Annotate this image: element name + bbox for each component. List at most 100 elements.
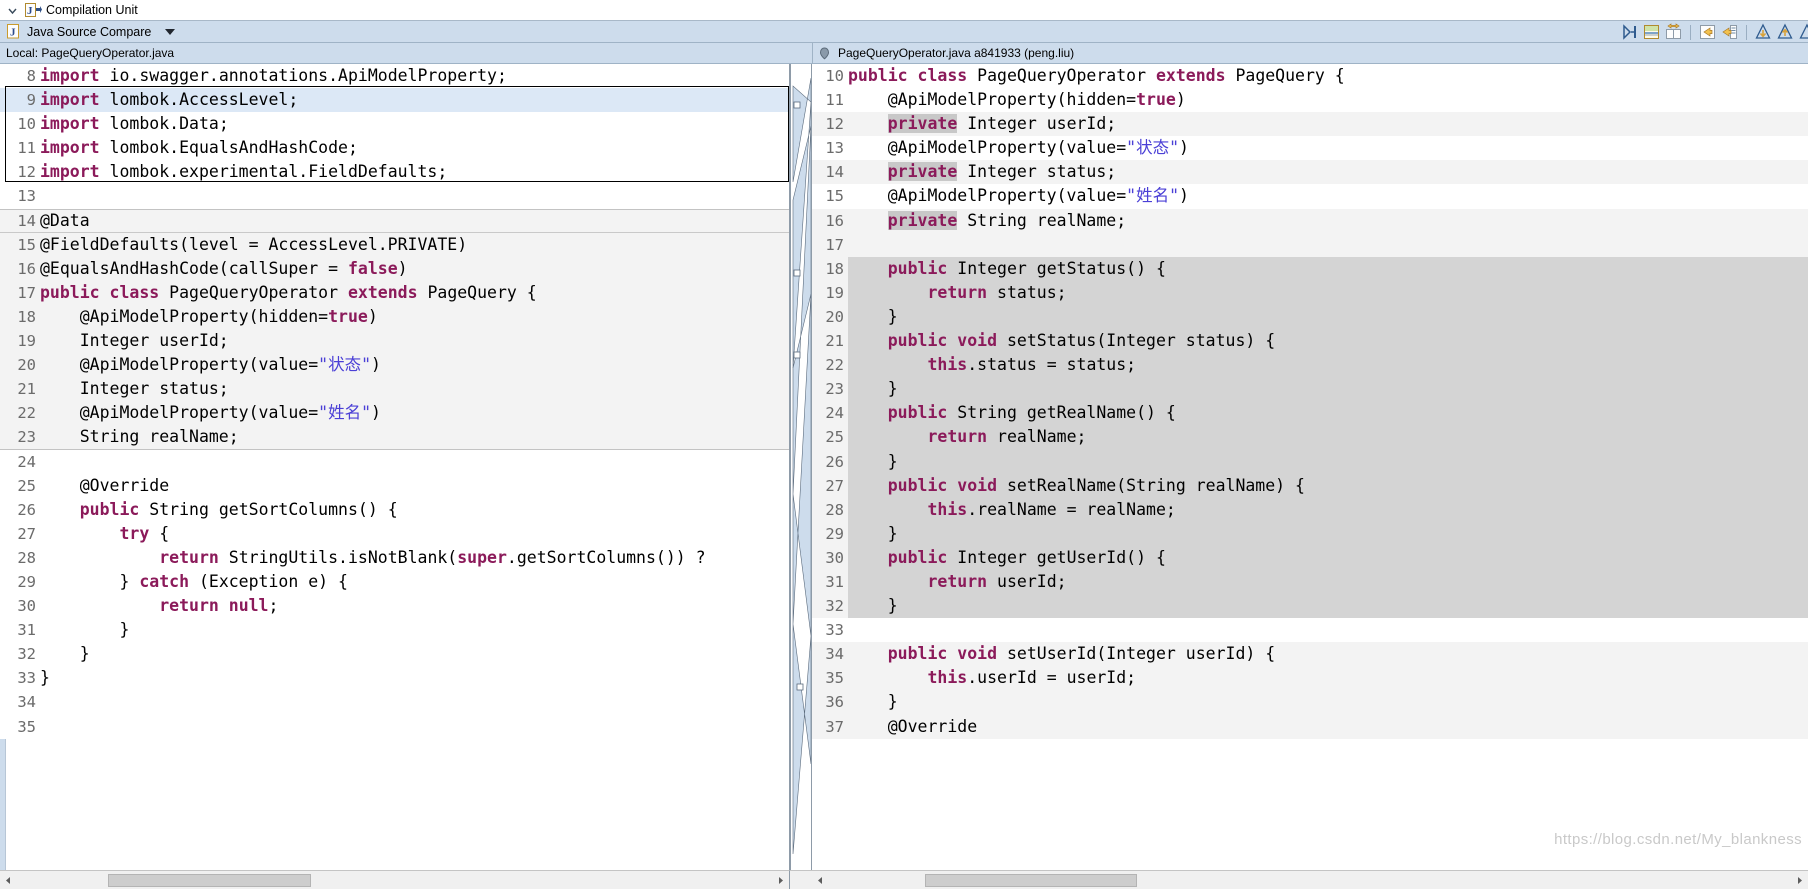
left-code-pane[interactable]: 8 import io.swagger.annotations.ApiModelP… — [0, 64, 790, 870]
code-line[interactable]: 30 return null; — [0, 594, 789, 619]
code-line[interactable]: 16 private String realName; — [812, 208, 1808, 233]
line-number: 18 — [825, 259, 844, 278]
code-line[interactable]: 35 — [0, 714, 789, 739]
code-line[interactable]: 13 — [0, 184, 789, 209]
code-line[interactable]: 21 public void setStatus(Integer status)… — [812, 329, 1808, 354]
code-line[interactable]: 14 @Data — [0, 208, 789, 233]
left-scroll-thumb[interactable] — [107, 873, 312, 887]
code-line[interactable]: 31 } — [0, 618, 789, 643]
switch-layout-icon[interactable] — [1664, 23, 1683, 41]
line-number: 21 — [17, 380, 36, 399]
line-number: 15 — [17, 235, 36, 254]
copy-all-left-icon[interactable] — [1698, 23, 1717, 41]
left-horizontal-scrollbar[interactable] — [0, 870, 790, 889]
code-line[interactable]: 11 @ApiModelProperty(hidden=true) — [812, 88, 1808, 113]
next-difference-arrow-icon[interactable] — [1798, 23, 1808, 41]
code-line[interactable]: 25 return realName; — [812, 425, 1808, 450]
right-code-pane[interactable]: 10 public class PageQueryOperator extends… — [812, 64, 1808, 870]
code-line[interactable]: 20 @ApiModelProperty(value="状态") — [0, 353, 789, 378]
next-change-icon[interactable] — [1754, 23, 1773, 41]
code-line[interactable]: 25 @Override — [0, 473, 789, 498]
code-line[interactable]: 15 @FieldDefaults(level = AccessLevel.PRI… — [0, 232, 789, 257]
code-line[interactable]: 12 import lombok.experimental.FieldDefaul… — [0, 160, 789, 185]
code-line[interactable]: 19 return status; — [812, 280, 1808, 305]
code-line[interactable]: 32 } — [812, 594, 1808, 619]
code-text: @ApiModelProperty(hidden=true) — [40, 305, 789, 329]
code-line[interactable]: 15 @ApiModelProperty(value="姓名") — [812, 184, 1808, 209]
code-line[interactable]: 35 this.userId = userId; — [812, 666, 1808, 691]
code-line[interactable]: 33 — [812, 618, 1808, 643]
code-line[interactable]: 33} — [0, 666, 789, 691]
code-line[interactable]: 37 @Override — [812, 714, 1808, 739]
code-line[interactable]: 21 Integer status; — [0, 377, 789, 402]
code-line[interactable]: 22 this.status = status; — [812, 353, 1808, 378]
scroll-left-arrow-icon[interactable] — [812, 871, 829, 889]
code-line[interactable]: 28 this.realName = realName; — [812, 497, 1808, 522]
diff-gutter[interactable] — [790, 64, 812, 870]
code-line[interactable]: 30 public Integer getUserId() { — [812, 545, 1808, 570]
right-scroll-thumb[interactable] — [925, 873, 1137, 887]
code-line[interactable]: 8 import io.swagger.annotations.ApiModelP… — [0, 64, 789, 89]
code-line[interactable]: 14 private Integer status; — [812, 160, 1808, 185]
code-line[interactable]: 24 public String getRealName() { — [812, 401, 1808, 426]
code-line[interactable]: 19 Integer userId; — [0, 329, 789, 354]
scroll-right-arrow-icon[interactable] — [1791, 871, 1808, 889]
code-token: @FieldDefaults(level = AccessLevel.PRIVA… — [40, 234, 468, 254]
code-line[interactable]: 13 @ApiModelProperty(value="状态") — [812, 136, 1808, 161]
code-line[interactable]: 18 public Integer getStatus() { — [812, 256, 1808, 281]
code-line[interactable]: 27 public void setRealName(String realNa… — [812, 473, 1808, 498]
code-token: "状态" — [1126, 138, 1180, 158]
code-text: import lombok.EqualsAndHashCode; — [40, 136, 789, 160]
code-line[interactable]: 10 import lombok.Data; — [0, 112, 789, 137]
code-line[interactable]: 29 } catch (Exception e) { — [0, 569, 789, 595]
code-line[interactable]: 18 @ApiModelProperty(hidden=true) — [0, 304, 789, 330]
code-line[interactable]: 16 @EqualsAndHashCode(callSuper = false) — [0, 256, 789, 281]
code-line[interactable]: 9 import lombok.AccessLevel; — [0, 88, 789, 113]
code-text: import io.swagger.annotations.ApiModelPr… — [40, 64, 789, 88]
right-scroll-track[interactable] — [829, 871, 1791, 889]
previous-change-icon[interactable] — [1776, 23, 1795, 41]
code-token: private — [887, 210, 958, 230]
code-line[interactable]: 31 return userId; — [812, 569, 1808, 595]
line-number: 24 — [825, 404, 844, 423]
caret-down-icon[interactable] — [165, 28, 176, 35]
code-line[interactable]: 26 } — [812, 449, 1808, 474]
code-line[interactable]: 34 public void setUserId(Integer userId)… — [812, 642, 1808, 667]
line-number: 16 — [825, 211, 844, 230]
left-scroll-track[interactable] — [17, 871, 772, 889]
code-line[interactable]: 11 import lombok.EqualsAndHashCode; — [0, 136, 789, 161]
code-line[interactable]: 34 — [0, 690, 789, 715]
code-line[interactable]: 23 } — [812, 377, 1808, 402]
code-line[interactable]: 32 } — [0, 642, 789, 667]
right-horizontal-scrollbar[interactable] — [812, 870, 1808, 889]
code-token: import — [40, 162, 100, 182]
code-token: userId; — [987, 571, 1067, 591]
code-line[interactable]: 17 public class PageQueryOperator extends… — [0, 280, 789, 305]
next-difference-icon[interactable] — [1620, 23, 1639, 41]
code-line[interactable]: 28 return StringUtils.isNotBlank(super.g… — [0, 545, 789, 570]
code-line[interactable]: 10 public class PageQueryOperator extends… — [812, 64, 1808, 89]
code-line[interactable]: 17 — [812, 232, 1808, 257]
line-number: 28 — [825, 500, 844, 519]
code-line[interactable]: 12 private Integer userId; — [812, 112, 1808, 137]
left-code-lines[interactable]: 8 import io.swagger.annotations.ApiModelP… — [0, 64, 789, 870]
scroll-right-arrow-icon[interactable] — [772, 871, 789, 889]
code-line[interactable]: 20 } — [812, 304, 1808, 330]
right-code-lines[interactable]: 10 public class PageQueryOperator extends… — [812, 64, 1808, 870]
code-line[interactable]: 36 } — [812, 690, 1808, 715]
two-pane-layout-icon[interactable] — [1642, 23, 1661, 41]
scroll-left-arrow-icon[interactable] — [0, 871, 17, 889]
chevron-down-icon[interactable] — [6, 4, 19, 17]
code-line[interactable]: 22 @ApiModelProperty(value="姓名") — [0, 401, 789, 426]
code-line[interactable]: 24 — [0, 449, 789, 474]
code-line[interactable]: 23 String realName; — [0, 425, 789, 450]
code-line[interactable]: 26 public String getSortColumns() { — [0, 497, 789, 522]
code-line[interactable]: 29 } — [812, 521, 1808, 546]
code-line[interactable]: 27 try { — [0, 521, 789, 546]
code-token: "状态" — [318, 355, 372, 375]
copy-current-left-icon[interactable] — [1720, 23, 1739, 41]
code-token: "姓名" — [1126, 186, 1180, 206]
revision-marker-icon — [819, 46, 830, 60]
code-text: public String getSortColumns() { — [40, 498, 789, 522]
